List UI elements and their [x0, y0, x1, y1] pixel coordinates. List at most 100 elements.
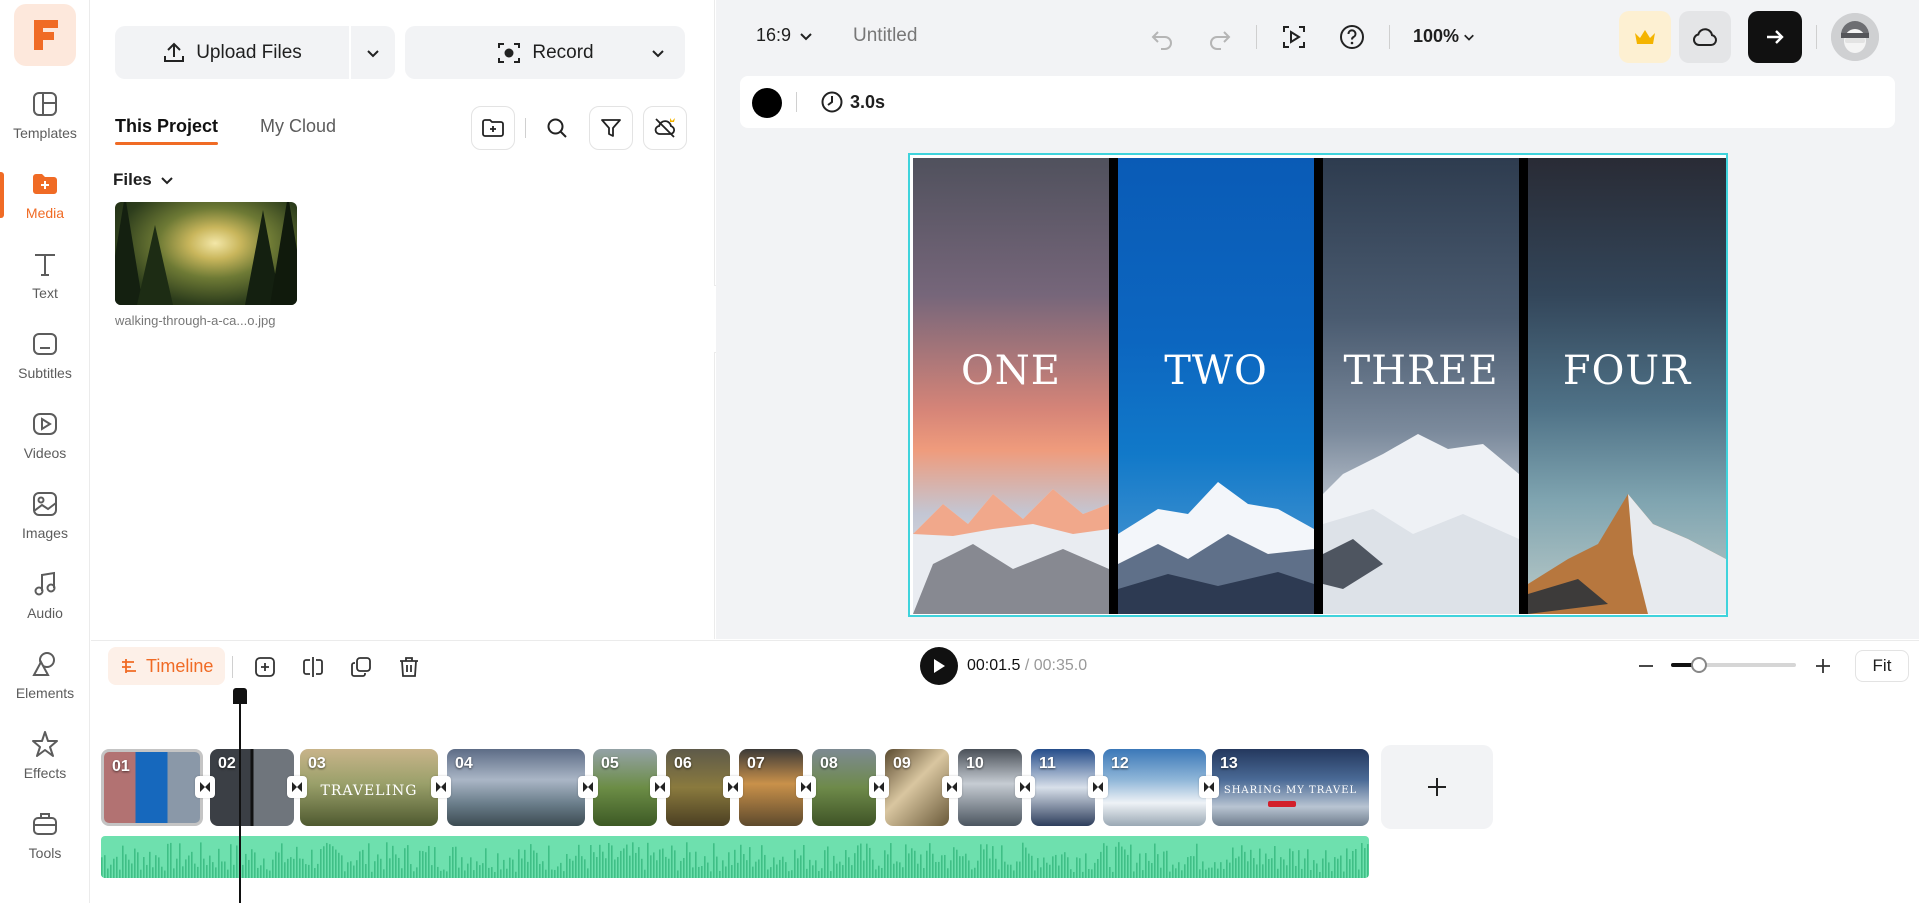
timeline-clip[interactable]: 11 [1031, 749, 1095, 826]
search-icon [547, 118, 567, 138]
audio-note-icon [34, 571, 56, 596]
transition-button[interactable] [195, 776, 215, 798]
timeline-clip[interactable]: 09 [885, 749, 949, 826]
sidebar-item-audio[interactable]: Audio [0, 560, 90, 630]
transition-button[interactable] [796, 776, 816, 798]
filter-button[interactable] [589, 106, 633, 150]
files-section-toggle[interactable]: Files [113, 170, 174, 190]
upgrade-premium-button[interactable] [1619, 11, 1671, 63]
timeline-clip[interactable]: 10 [958, 749, 1022, 826]
add-clip-tool-button[interactable] [251, 653, 279, 681]
preview-button[interactable] [1278, 21, 1310, 53]
timeline-clip[interactable]: 08 [812, 749, 876, 826]
timeline-zoom-out-button[interactable] [1631, 651, 1661, 681]
waveform-bar [314, 868, 316, 878]
waveform-bar [737, 862, 739, 878]
timeline-clip[interactable]: 05 [593, 749, 657, 826]
timeline-clip[interactable]: 07 [739, 749, 803, 826]
waveform-bar [278, 852, 280, 878]
timeline-tab[interactable]: Timeline [108, 647, 226, 685]
duration-control[interactable]: 3.0s [820, 90, 885, 114]
search-button[interactable] [535, 106, 579, 150]
user-avatar[interactable] [1831, 13, 1879, 61]
waveform-bar [566, 853, 568, 878]
playhead[interactable] [233, 688, 247, 903]
transition-button[interactable] [869, 776, 889, 798]
redo-button[interactable] [1204, 22, 1236, 54]
waveform-bar [935, 861, 937, 878]
slider-handle[interactable] [1690, 657, 1707, 673]
video-canvas[interactable]: ONE TWO THREE FOUR [908, 153, 1728, 617]
waveform-bar [1292, 851, 1294, 878]
transition-button[interactable] [431, 776, 451, 798]
waveform-bar [773, 857, 775, 878]
transition-button[interactable] [1199, 776, 1219, 798]
duplicate-button[interactable] [347, 653, 375, 681]
split-button[interactable] [299, 653, 327, 681]
delete-button[interactable] [395, 653, 423, 681]
sidebar-item-effects[interactable]: Effects [0, 720, 90, 790]
upload-options-dropdown[interactable] [351, 26, 395, 79]
media-thumbnail[interactable] [115, 202, 297, 305]
transition-button[interactable] [723, 776, 743, 798]
transition-icon [947, 782, 957, 792]
timeline-clip[interactable]: 03 TRAVELING [300, 749, 438, 826]
timeline-clip[interactable]: 13 SHARING MY TRAVEL [1212, 749, 1369, 826]
upload-files-button[interactable]: Upload Files [115, 26, 349, 79]
project-title[interactable]: Untitled [853, 25, 917, 47]
sidebar-item-images[interactable]: Images [0, 480, 90, 550]
app-logo[interactable] [14, 4, 76, 66]
waveform-bar [860, 843, 862, 878]
transition-button[interactable] [287, 776, 307, 798]
aspect-ratio-dropdown[interactable]: 16:9 [756, 25, 813, 46]
clip-number: 13 [1220, 755, 1238, 772]
waveform-bar [986, 844, 988, 878]
fit-button[interactable]: Fit [1855, 650, 1909, 682]
timeline-clip[interactable]: 06 [666, 749, 730, 826]
tab-this-project[interactable]: This Project [115, 116, 219, 145]
background-color-swatch[interactable] [752, 88, 782, 118]
sidebar-item-subtitles[interactable]: Subtitles [0, 320, 90, 390]
timeline-zoom-in-button[interactable] [1808, 651, 1838, 681]
timeline-clip[interactable]: 12 [1103, 749, 1206, 826]
audio-track[interactable] [101, 836, 1369, 878]
help-button[interactable] [1336, 21, 1368, 53]
waveform-bar [470, 857, 472, 878]
timeline-clip[interactable]: 04 [447, 749, 585, 826]
cloud-save-button[interactable] [1679, 11, 1731, 63]
timeline-clip[interactable]: 02 [210, 749, 294, 826]
waveform-bar [1004, 861, 1006, 878]
export-button[interactable] [1748, 11, 1802, 63]
play-button[interactable] [920, 647, 958, 685]
waveform-bar [554, 869, 556, 878]
new-folder-button[interactable] [471, 106, 515, 150]
sidebar-item-text[interactable]: Text [0, 240, 90, 310]
waveform-bar [1154, 843, 1156, 878]
waveform-bar [926, 850, 928, 878]
transition-button[interactable] [1015, 776, 1035, 798]
sidebar-item-tools[interactable]: Tools [0, 800, 90, 870]
chevron-down-icon [161, 177, 173, 185]
transition-button[interactable] [650, 776, 670, 798]
sidebar-item-media[interactable]: Media [0, 160, 90, 230]
sidebar-item-elements[interactable]: Elements [0, 640, 90, 710]
transition-button[interactable] [942, 776, 962, 798]
waveform-bar [839, 861, 841, 878]
waveform-bar [875, 869, 877, 878]
waveform-bar [827, 846, 829, 878]
transition-button[interactable] [1088, 776, 1108, 798]
timeline-zoom-slider[interactable] [1671, 657, 1796, 673]
transition-button[interactable] [578, 776, 598, 798]
add-scene-button[interactable] [1381, 745, 1493, 829]
waveform-bar [989, 858, 991, 878]
tab-my-cloud[interactable]: My Cloud [260, 116, 336, 145]
timeline-clip[interactable]: 01 [101, 749, 203, 826]
cloud-sync-off-button[interactable] [643, 106, 687, 150]
undo-button[interactable] [1146, 22, 1178, 54]
sidebar-item-videos[interactable]: Videos [0, 400, 90, 470]
waveform-bar [704, 856, 706, 878]
waveform-bar [713, 843, 715, 878]
zoom-dropdown[interactable]: 100% [1413, 26, 1475, 47]
record-button[interactable]: Record [405, 26, 685, 79]
sidebar-item-templates[interactable]: Templates [0, 80, 90, 150]
